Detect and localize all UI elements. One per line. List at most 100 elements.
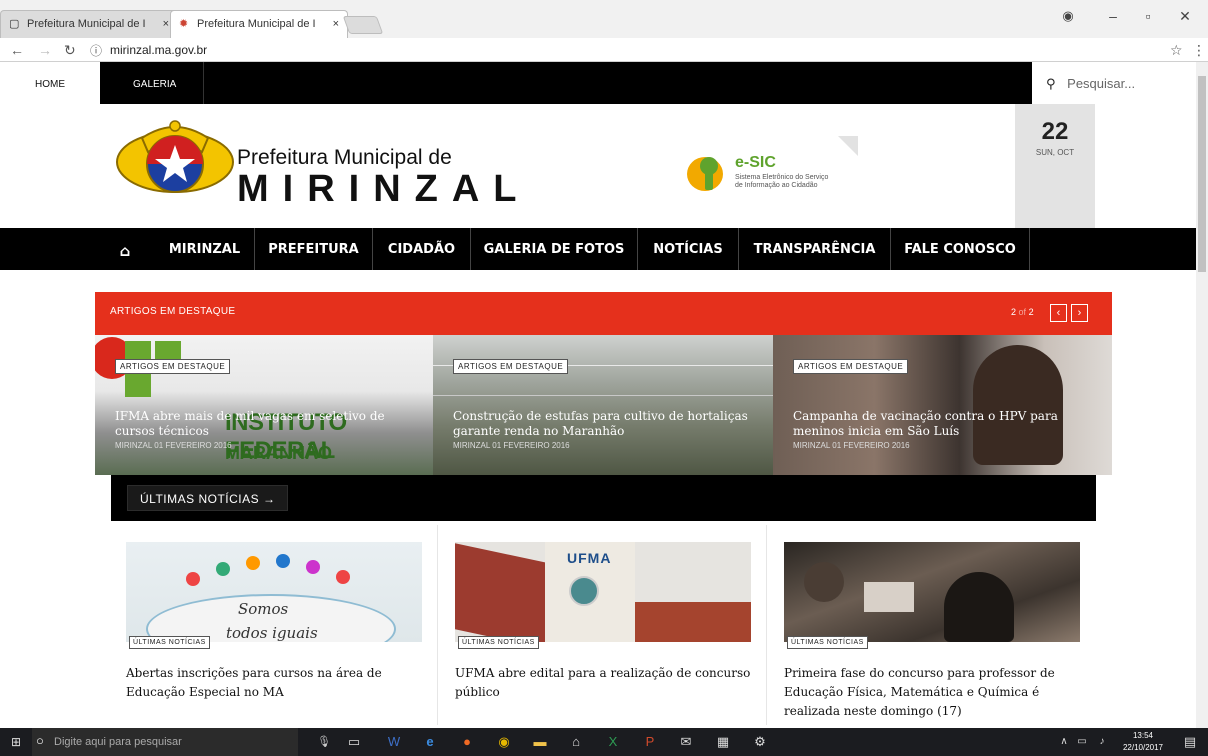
news-card-image[interactable]: Somos todos iguais xyxy=(126,542,422,642)
page-scrollbar[interactable] xyxy=(1196,62,1208,728)
forward-icon[interactable]: → xyxy=(38,42,52,58)
store-icon[interactable]: ⌂ xyxy=(568,734,584,750)
city-crest-logo[interactable] xyxy=(112,118,238,198)
slide-title[interactable]: IFMA abre mais de mil vagas em seletivo … xyxy=(115,409,425,439)
site-top-bar: HOME GALERIA ⚲ Pesquisar... xyxy=(0,62,1196,104)
nav-item-noticias[interactable]: NOTÍCIAS xyxy=(638,228,739,270)
taskbar-clock[interactable]: 13:54 22/10/2017 xyxy=(1118,730,1168,754)
nav-item-transparencia[interactable]: TRANSPARÊNCIA xyxy=(739,228,891,270)
edge-icon[interactable]: e xyxy=(422,734,438,750)
top-home-link[interactable]: HOME xyxy=(0,62,100,104)
featured-heading: ARTIGOS EM DESTAQUE xyxy=(110,306,236,317)
address-bar-row: ← → ↻ ⓘ mirinzal.ma.gov.br ☆ ⋮ xyxy=(0,38,1208,62)
notifications-icon[interactable]: ▤ xyxy=(1182,734,1198,750)
word-icon[interactable]: W xyxy=(386,734,402,750)
latest-news-heading[interactable]: ÚLTIMAS NOTÍCIAS → xyxy=(127,485,289,511)
card-title[interactable]: UFMA abre edital para a realização de co… xyxy=(455,664,755,702)
volume-icon[interactable]: ♪ xyxy=(1094,734,1110,750)
featured-slide[interactable]: INSTITUTO FEDERAL MARANHÃO ARTIGOS EM DE… xyxy=(95,335,435,475)
search-icon: ⚲ xyxy=(1046,76,1056,91)
image-figure xyxy=(306,560,320,574)
esic-info-icon xyxy=(687,157,723,191)
minimize-icon[interactable]: – xyxy=(1103,8,1123,24)
featured-pager: 2 of 2 xyxy=(1011,307,1034,317)
search-input[interactable]: Pesquisar... xyxy=(1067,76,1135,91)
card-title[interactable]: Abertas inscrições para cursos na área d… xyxy=(126,664,426,702)
bookmark-star-icon[interactable]: ☆ xyxy=(1170,42,1183,59)
slide-title[interactable]: Construção de estufas para cultivo de ho… xyxy=(453,409,763,439)
reload-icon[interactable]: ↻ xyxy=(64,42,76,59)
close-tab-icon[interactable]: × xyxy=(163,18,169,30)
file-explorer-icon[interactable]: ▬ xyxy=(532,734,548,750)
nav-item-mirinzal[interactable]: MIRINZAL xyxy=(155,228,255,270)
excel-icon[interactable]: X xyxy=(605,734,621,750)
slide-meta: MIRINZAL 01 FEVEREIRO 2016 xyxy=(453,441,570,450)
image-figure xyxy=(336,570,350,584)
image-text-2: todos iguais xyxy=(226,624,318,642)
settings-gear-icon[interactable]: ⚙ xyxy=(752,734,768,750)
nav-home-icon[interactable]: ⌂ xyxy=(95,228,155,270)
image-text-1: Somos xyxy=(238,600,289,618)
browser-tab-1[interactable]: ▢ Prefeitura Municipal de I × xyxy=(0,10,178,38)
ifma-green-square xyxy=(125,371,151,397)
esic-title: e-SIC xyxy=(735,154,776,171)
esic-subtitle-1: Sistema Eletrônico do Serviço xyxy=(735,174,829,181)
url-field[interactable]: ⓘ mirinzal.ma.gov.br xyxy=(88,40,1168,60)
card-title[interactable]: Primeira fase do concurso para professor… xyxy=(784,664,1074,721)
slider-prev-button[interactable]: ‹ xyxy=(1050,304,1067,322)
news-card-image[interactable] xyxy=(784,542,1080,642)
slider-next-button[interactable]: › xyxy=(1071,304,1088,322)
new-tab-button[interactable] xyxy=(342,16,384,34)
featured-slide[interactable]: ARTIGOS EM DESTAQUE Construção de estufa… xyxy=(433,335,773,475)
greenhouse-frame-line xyxy=(433,395,773,396)
slide-category-label[interactable]: ARTIGOS EM DESTAQUE xyxy=(453,359,569,374)
browser-tab-2[interactable]: ✹ Prefeitura Municipal de I × xyxy=(170,10,348,38)
nav-item-galeria-de-fotos[interactable]: GALERIA DE FOTOS xyxy=(471,228,638,270)
nav-item-fale-conosco[interactable]: FALE CONOSCO xyxy=(891,228,1030,270)
main-nav: ⌂ MIRINZAL PREFEITURA CIDADÃO GALERIA DE… xyxy=(0,228,1196,270)
page-icon: ▢ xyxy=(9,18,20,30)
menu-dots-icon[interactable]: ⋮ xyxy=(1192,42,1206,59)
calculator-icon[interactable]: ▦ xyxy=(715,734,731,750)
windows-start-icon[interactable]: ⊞ xyxy=(8,734,24,750)
image-figure xyxy=(246,556,260,570)
maximize-icon[interactable]: ▫ xyxy=(1138,8,1158,24)
esic-banner[interactable]: e-SIC Sistema Eletrônico do Serviço de I… xyxy=(685,148,865,204)
slide-category-label[interactable]: ARTIGOS EM DESTAQUE xyxy=(793,359,909,374)
firefox-icon[interactable]: ● xyxy=(459,734,475,750)
windows-taskbar: ⊞ ○ Digite aqui para pesquisar 🎙 ▭ W e ●… xyxy=(0,728,1208,756)
building-wall xyxy=(635,602,751,642)
news-card-image[interactable]: UFMA xyxy=(455,542,751,642)
card-category-tag[interactable]: ÚLTIMAS NOTÍCIAS xyxy=(458,636,539,649)
photo-figure xyxy=(944,572,1014,642)
nav-item-cidadao[interactable]: CIDADÃO xyxy=(373,228,471,270)
network-icon[interactable]: ▭ xyxy=(1074,734,1090,750)
scrollbar-thumb[interactable] xyxy=(1198,76,1206,272)
profile-icon[interactable]: ◉ xyxy=(1058,8,1078,24)
slide-meta: MIRINZAL 01 FEVEREIRO 2016 xyxy=(115,441,232,450)
cortana-icon: ○ xyxy=(36,733,44,748)
search-box[interactable]: ⚲ Pesquisar... xyxy=(1032,62,1196,104)
top-galeria-link[interactable]: GALERIA xyxy=(100,62,204,104)
featured-slide[interactable]: ARTIGOS EM DESTAQUE Campanha de vacinaçã… xyxy=(773,335,1112,475)
card-category-tag[interactable]: ÚLTIMAS NOTÍCIAS xyxy=(787,636,868,649)
slide-overlay-text-2: MARANHÃO xyxy=(225,443,332,463)
close-tab-icon[interactable]: × xyxy=(333,18,339,30)
chrome-icon[interactable]: ◉ xyxy=(496,734,512,750)
info-icon[interactable]: ⓘ xyxy=(90,42,102,59)
microphone-icon[interactable]: 🎙 xyxy=(317,735,331,748)
column-divider xyxy=(766,525,767,725)
card-category-tag[interactable]: ÚLTIMAS NOTÍCIAS xyxy=(129,636,210,649)
nav-item-prefeitura[interactable]: PREFEITURA xyxy=(255,228,373,270)
task-view-icon[interactable]: ▭ xyxy=(346,734,362,750)
tray-up-arrow-icon[interactable]: ∧ xyxy=(1056,734,1072,750)
slide-category-label[interactable]: ARTIGOS EM DESTAQUE xyxy=(115,359,231,374)
mail-icon[interactable]: ✉ xyxy=(678,734,694,750)
taskbar-search-input[interactable]: Digite aqui para pesquisar xyxy=(54,736,182,748)
back-icon[interactable]: ← xyxy=(10,42,24,58)
taskbar-search-box[interactable]: ○ Digite aqui para pesquisar 🎙 xyxy=(32,728,331,756)
date-box: 22 SUN, OCT xyxy=(1015,104,1095,228)
powerpoint-icon[interactable]: P xyxy=(642,734,658,750)
close-window-icon[interactable]: ✕ xyxy=(1175,8,1195,25)
slide-title[interactable]: Campanha de vacinação contra o HPV para … xyxy=(793,409,1103,439)
